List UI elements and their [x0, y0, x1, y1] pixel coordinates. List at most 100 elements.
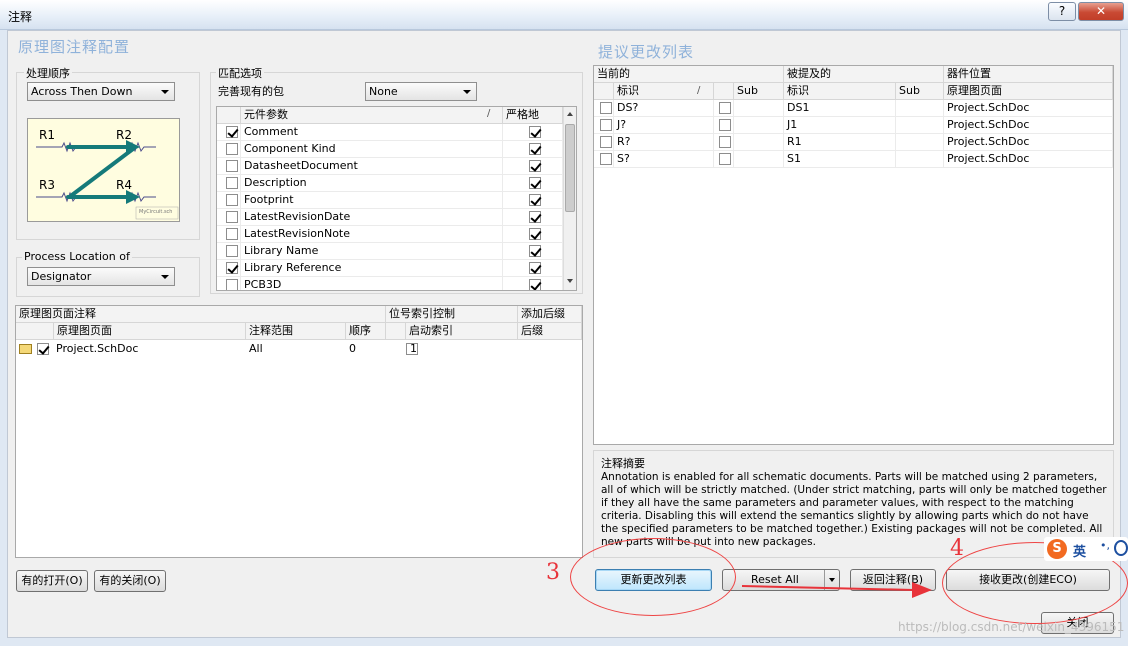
- param-checkbox[interactable]: [226, 262, 238, 274]
- strict-checkbox[interactable]: [529, 194, 541, 206]
- sub-checkbox[interactable]: [719, 102, 731, 114]
- location-sheet: Project.SchDoc: [944, 117, 1113, 134]
- header-sheet-label: 原理图页面: [57, 324, 112, 337]
- list-item[interactable]: Library Reference: [217, 260, 563, 277]
- proposed-changes-table: 当前的 被提及的 器件位置 标识 / Sub 标识 Sub 原理图页面 DS? D…: [593, 65, 1114, 445]
- help-button[interactable]: ?: [1048, 2, 1076, 21]
- sub-checkbox[interactable]: [719, 153, 731, 165]
- order-diagram: R1 R2 R3 R4 MyCircuit.sch: [27, 118, 180, 222]
- table-row[interactable]: DS? DS1 Project.SchDoc: [594, 100, 1113, 117]
- current-group-label: 当前的: [597, 67, 630, 80]
- current-sub: [734, 151, 784, 168]
- sub-checkbox[interactable]: [719, 119, 731, 131]
- proposed-id: R1: [784, 134, 896, 151]
- window-close-button[interactable]: ✕: [1078, 2, 1124, 21]
- current-checkbox[interactable]: [600, 102, 612, 114]
- order-combo[interactable]: Across Then Down: [27, 82, 175, 101]
- param-name: LatestRevisionNote: [241, 226, 503, 243]
- ime-toolbar[interactable]: S 英 •,: [1044, 537, 1128, 561]
- current-checkbox[interactable]: [600, 119, 612, 131]
- proposed-sub: [896, 134, 944, 151]
- row-sub-check-cell: [714, 151, 734, 168]
- ime-punct-icon[interactable]: •,: [1100, 539, 1110, 552]
- strict-checkbox[interactable]: [529, 279, 541, 290]
- strict-checkbox[interactable]: [529, 211, 541, 223]
- param-checkbox[interactable]: [226, 245, 238, 257]
- strict-checkbox[interactable]: [529, 245, 541, 257]
- location-group-header: 器件位置: [944, 66, 1113, 83]
- strict-checkbox[interactable]: [529, 262, 541, 274]
- ime-language-label[interactable]: 英: [1073, 541, 1086, 560]
- header-proposed-sub: Sub: [896, 83, 944, 100]
- location-combo[interactable]: Designator: [27, 267, 175, 286]
- proposed-id: J1: [784, 117, 896, 134]
- row-strict-cell: [503, 209, 563, 226]
- header-order-label: 顺序: [349, 324, 371, 337]
- row-check-cell: [217, 141, 241, 158]
- start-index-value[interactable]: 1: [410, 342, 417, 355]
- current-checkbox[interactable]: [600, 153, 612, 165]
- strict-checkbox[interactable]: [529, 177, 541, 189]
- sheet-enable-checkbox[interactable]: [37, 343, 49, 355]
- table-row[interactable]: S? S1 Project.SchDoc: [594, 151, 1113, 168]
- list-item[interactable]: Comment: [217, 124, 563, 141]
- match-scrollbar[interactable]: [563, 107, 576, 290]
- right-section-title: 提议更改列表: [598, 43, 695, 61]
- proposed-sub: [896, 100, 944, 117]
- scroll-up-icon[interactable]: [567, 112, 573, 116]
- location-group-label: Process Location of: [22, 250, 132, 263]
- header-start: 启动索引: [406, 323, 518, 340]
- complete-packages-combo[interactable]: None: [365, 82, 477, 101]
- current-checkbox[interactable]: [600, 136, 612, 148]
- diagram-label-r2: R2: [116, 128, 132, 142]
- sub-checkbox[interactable]: [719, 136, 731, 148]
- list-item[interactable]: PCB3D: [217, 277, 563, 290]
- row-check-cell: [217, 277, 241, 290]
- strict-checkbox[interactable]: [529, 228, 541, 240]
- param-name: Comment: [241, 124, 503, 141]
- table-row[interactable]: J? J1 Project.SchDoc: [594, 117, 1113, 134]
- header-blank: [594, 83, 614, 100]
- list-item[interactable]: Footprint: [217, 192, 563, 209]
- all-off-button[interactable]: 有的关闭(O): [94, 570, 166, 592]
- sheet-order[interactable]: 0: [349, 342, 356, 355]
- all-on-button[interactable]: 有的打开(O): [16, 570, 88, 592]
- suffix-group-label: 添加后缀: [521, 307, 565, 320]
- param-checkbox[interactable]: [226, 177, 238, 189]
- scroll-thumb[interactable]: [565, 124, 575, 212]
- param-checkbox[interactable]: [226, 126, 238, 138]
- list-item[interactable]: LatestRevisionNote: [217, 226, 563, 243]
- ime-emoji-icon[interactable]: [1114, 540, 1128, 556]
- current-sub: [734, 100, 784, 117]
- row-strict-cell: [503, 277, 563, 290]
- strict-checkbox[interactable]: [529, 126, 541, 138]
- proposed-sub: [896, 117, 944, 134]
- header-location-sheet: 原理图页面: [944, 83, 1113, 100]
- table-row[interactable]: R? R1 Project.SchDoc: [594, 134, 1113, 151]
- left-section-title: 原理图注释配置: [18, 38, 131, 56]
- param-checkbox[interactable]: [226, 211, 238, 223]
- param-checkbox[interactable]: [226, 228, 238, 240]
- list-item[interactable]: Component Kind: [217, 141, 563, 158]
- scroll-down-icon[interactable]: [567, 279, 573, 283]
- param-checkbox[interactable]: [226, 160, 238, 172]
- strict-checkbox[interactable]: [529, 160, 541, 172]
- row-sub-check-cell: [714, 100, 734, 117]
- current-id: J?: [614, 117, 714, 134]
- param-checkbox[interactable]: [226, 143, 238, 155]
- diagram-label-r4: R4: [116, 178, 132, 192]
- param-name: LatestRevisionDate: [241, 209, 503, 226]
- header-blank: [714, 83, 734, 100]
- param-checkbox[interactable]: [226, 279, 238, 290]
- sheet-scope[interactable]: All: [249, 342, 263, 355]
- list-item[interactable]: DatasheetDocument: [217, 158, 563, 175]
- table-row[interactable]: Project.SchDoc All 0 1: [16, 340, 582, 358]
- row-strict-cell: [503, 192, 563, 209]
- current-sub: [734, 134, 784, 151]
- row-check-cell: [217, 209, 241, 226]
- list-item[interactable]: Library Name: [217, 243, 563, 260]
- param-checkbox[interactable]: [226, 194, 238, 206]
- list-item[interactable]: Description: [217, 175, 563, 192]
- list-item[interactable]: LatestRevisionDate: [217, 209, 563, 226]
- strict-checkbox[interactable]: [529, 143, 541, 155]
